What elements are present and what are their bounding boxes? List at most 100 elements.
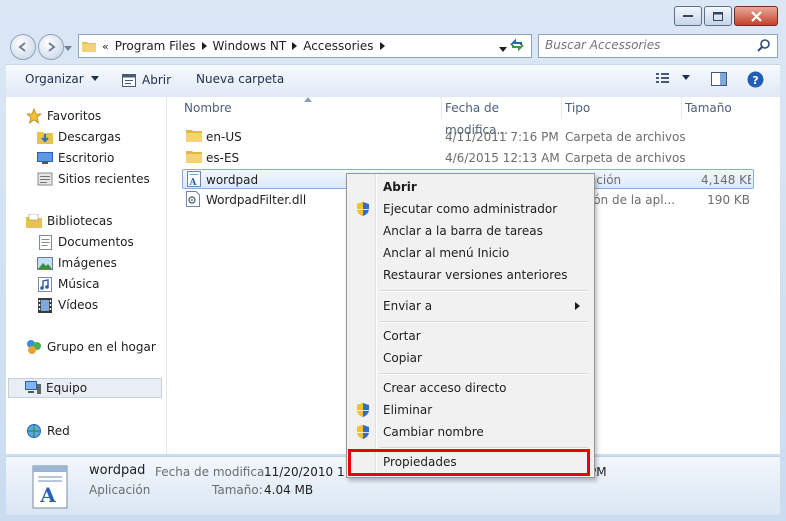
menu-item-create-shortcut[interactable]: Crear acceso directo (349, 377, 590, 399)
nav-videos-label: Vídeos (58, 298, 99, 312)
file-name: WordpadFilter.dll (206, 193, 307, 207)
menu-item-cut[interactable]: Cortar (349, 325, 590, 347)
nav-music-label: Música (58, 277, 100, 291)
dll-file-icon (186, 191, 200, 211)
file-name: wordpad (206, 173, 259, 187)
nav-favorites-label: Favoritos (47, 109, 102, 123)
network-icon (26, 423, 42, 439)
menu-copy-label: Copiar (383, 351, 422, 365)
change-view-button[interactable] (656, 72, 672, 84)
nav-recent-label: Sitios recientes (58, 172, 150, 186)
uac-shield-icon (349, 403, 377, 417)
search-icon[interactable] (757, 38, 771, 55)
breadcrumb-overflow[interactable]: « (99, 40, 112, 53)
minimize-button[interactable] (674, 6, 702, 26)
search-box (538, 34, 778, 58)
nav-network-label: Red (47, 424, 70, 438)
nav-desktop[interactable]: Escritorio (37, 148, 114, 168)
breadcrumb-windows-nt[interactable]: Windows NT (210, 39, 290, 53)
details-name: wordpad (89, 463, 146, 478)
file-size: 4,148 KB (701, 173, 751, 187)
help-button[interactable]: ? (747, 71, 764, 88)
breadcrumb-separator-icon[interactable] (289, 42, 300, 50)
breadcrumb-accessories[interactable]: Accessories (300, 39, 376, 53)
menu-item-restore-versions[interactable]: Restaurar versiones anteriores (349, 264, 590, 286)
menu-item-pin-taskbar[interactable]: Anclar a la barra de tareas (349, 220, 590, 242)
desktop-icon (37, 150, 53, 166)
context-menu: Abrir Ejecutar como administrador Anclar… (346, 173, 595, 478)
organize-label: Organizar (25, 72, 84, 86)
menu-item-open[interactable]: Abrir (349, 176, 590, 198)
nav-music[interactable]: Música (37, 274, 100, 294)
file-name: es-ES (206, 151, 240, 165)
menu-restore-label: Restaurar versiones anteriores (383, 268, 568, 282)
nav-downloads[interactable]: Descargas (37, 127, 121, 147)
breadcrumb-program-files[interactable]: Program Files (112, 39, 199, 53)
maximize-button[interactable] (704, 6, 732, 26)
forward-button[interactable] (38, 34, 64, 60)
breadcrumb-separator-icon[interactable] (377, 42, 388, 50)
menu-send-to-label: Enviar a (383, 299, 433, 313)
folder-icon (79, 40, 99, 52)
close-icon (750, 10, 762, 22)
back-button[interactable] (10, 34, 36, 60)
new-folder-label: Nueva carpeta (196, 72, 285, 86)
menu-item-copy[interactable]: Copiar (349, 347, 590, 369)
menu-item-pin-start[interactable]: Anclar al menú Inicio (349, 242, 590, 264)
menu-item-send-to[interactable]: Enviar a (349, 295, 590, 317)
nav-homegroup[interactable]: Grupo en el hogar (26, 337, 156, 357)
nav-downloads-label: Descargas (58, 130, 121, 144)
close-button[interactable] (734, 6, 778, 26)
details-type: Aplicación (89, 483, 151, 497)
menu-item-run-as-admin[interactable]: Ejecutar como administrador (349, 198, 590, 220)
nav-recent-places[interactable]: Sitios recientes (37, 169, 150, 189)
chevron-down-icon (499, 47, 507, 52)
column-header-type[interactable]: Tipo (561, 97, 682, 119)
preview-pane-button[interactable] (711, 72, 727, 86)
nav-network[interactable]: Red (26, 421, 70, 441)
nav-libraries[interactable]: Bibliotecas (26, 211, 112, 231)
refresh-button[interactable] (509, 38, 525, 55)
command-bar: Organizar Abrir Nueva carpeta ? (6, 64, 780, 98)
column-header-date[interactable]: Fecha de modifica... (441, 97, 562, 137)
file-row-es-es[interactable]: es-ES 4/6/2015 12:13 AM Carpeta de archi… (182, 148, 754, 168)
file-date: 4/6/2015 12:13 AM (445, 151, 560, 165)
column-header-size[interactable]: Tamaño (681, 97, 761, 119)
nav-documents[interactable]: Documentos (37, 232, 134, 252)
menu-item-rename[interactable]: Cambiar nombre (349, 421, 590, 443)
refresh-icon (510, 38, 524, 52)
file-type: Carpeta de archivos (565, 151, 686, 165)
search-input[interactable] (539, 35, 761, 55)
menu-cut-label: Cortar (383, 329, 421, 343)
chevron-down-icon (64, 46, 72, 51)
music-icon (37, 276, 53, 292)
file-row-en-us[interactable]: en-US 4/11/2011 7:16 PM Carpeta de archi… (182, 127, 754, 147)
column-header-name[interactable]: Nombre (180, 97, 442, 119)
menu-pin-start-label: Anclar al menú Inicio (383, 246, 510, 260)
videos-icon (37, 297, 53, 313)
nav-favorites[interactable]: Favoritos (26, 106, 101, 126)
view-options-dropdown[interactable] (682, 75, 690, 81)
address-history-dropdown[interactable] (499, 42, 507, 56)
window-controls (672, 6, 778, 26)
homegroup-icon (26, 339, 42, 355)
nav-computer[interactable]: Equipo (8, 378, 162, 398)
address-bar[interactable]: « Program Files Windows NT Accessories (78, 34, 532, 58)
nav-documents-label: Documentos (58, 235, 134, 249)
file-type: Carpeta de archivos (565, 130, 686, 144)
new-folder-button[interactable]: Nueva carpeta (196, 72, 284, 86)
arrow-right-icon (48, 42, 56, 52)
details-date-label: Fecha de modifica... (155, 465, 276, 479)
organize-button[interactable]: Organizar (25, 72, 102, 86)
address-row: « Program Files Windows NT Accessories (0, 32, 786, 60)
recent-pages-dropdown[interactable] (64, 41, 72, 55)
nav-videos[interactable]: Vídeos (37, 295, 98, 315)
breadcrumb-separator-icon[interactable] (199, 42, 210, 50)
menu-separator (380, 290, 588, 292)
open-button[interactable]: Abrir (121, 72, 171, 88)
nav-pictures[interactable]: Imágenes (37, 253, 117, 273)
menu-item-delete[interactable]: Eliminar (349, 399, 590, 421)
preview-pane-icon (711, 72, 727, 86)
svg-text:A: A (189, 178, 198, 187)
menu-open-label: Abrir (383, 180, 417, 194)
